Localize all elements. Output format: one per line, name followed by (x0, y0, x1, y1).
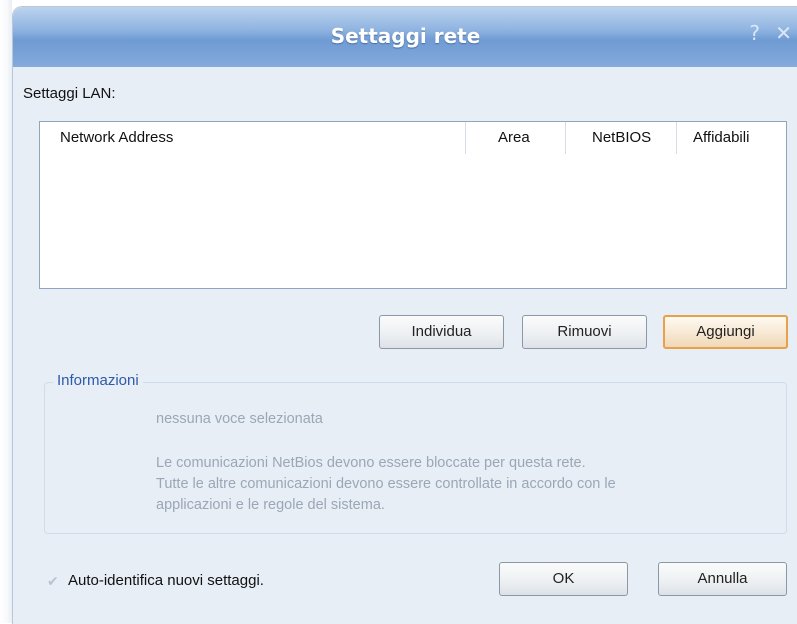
list-header: Network Address Area NetBIOS Affidabili (40, 122, 786, 154)
title-bar: Settaggi rete ? ✕ (13, 7, 797, 67)
column-area[interactable]: Area (466, 122, 566, 154)
add-button[interactable]: Aggiungi (663, 315, 788, 349)
auto-identify-label[interactable]: Auto-identifica nuovi settaggi. (68, 572, 264, 589)
info-line-2: Tutte le altre comunicazioni devono esse… (156, 476, 616, 492)
help-icon[interactable]: ? (749, 21, 760, 45)
window-title: Settaggi rete (330, 24, 481, 48)
info-group-title: Informazioni (53, 372, 143, 389)
detect-button[interactable]: Individua (379, 315, 504, 349)
list-body[interactable] (40, 154, 786, 288)
info-selection-text: nessuna voce selezionata (156, 411, 323, 427)
column-netbios[interactable]: NetBIOS (566, 122, 677, 154)
lan-list[interactable]: Network Address Area NetBIOS Affidabili (39, 121, 787, 289)
network-settings-dialog: Settaggi rete ? ✕ Settaggi LAN: Network … (12, 6, 797, 624)
ok-button[interactable]: OK (499, 562, 628, 596)
info-line-1: Le comunicazioni NetBios devono essere b… (156, 455, 586, 471)
close-icon[interactable]: ✕ (775, 21, 792, 45)
background-strip (0, 0, 12, 623)
column-affidabili[interactable]: Affidabili (677, 122, 786, 154)
auto-identify-checkbox[interactable]: ✔ (47, 574, 59, 590)
lan-settings-label: Settaggi LAN: (23, 85, 116, 102)
column-network-address[interactable]: Network Address (40, 122, 466, 154)
info-line-3: applicazioni e le regole del sistema. (156, 497, 385, 513)
cancel-button[interactable]: Annulla (658, 562, 787, 596)
remove-button[interactable]: Rimuovi (522, 315, 647, 349)
